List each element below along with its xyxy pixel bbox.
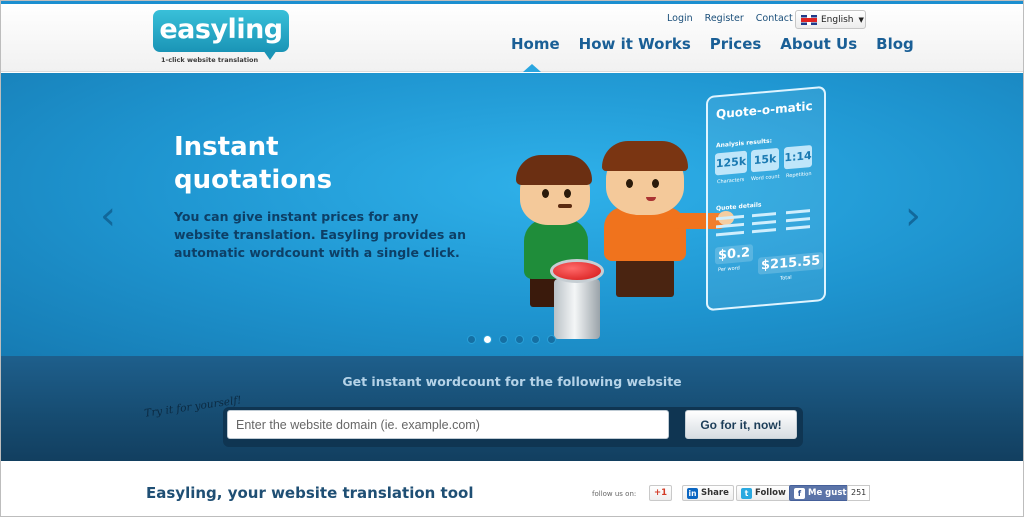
quote-detail-bar [786, 225, 810, 231]
logo-speech-tail [263, 50, 277, 60]
gplus-button[interactable]: +1 [649, 485, 673, 501]
stat-characters-label: Characters [717, 176, 745, 186]
slider-dot[interactable] [531, 335, 540, 344]
stat-characters-value: 125k [715, 150, 747, 176]
total-price: $215.55 [758, 251, 824, 275]
quote-detail-bar [752, 220, 776, 226]
nav-item-prices[interactable]: Prices [710, 35, 762, 53]
hero-title: Instant quotations [174, 131, 474, 197]
footer-title: Easyling, your website translation tool [146, 484, 474, 502]
stat-wordcount-label: Word count [751, 173, 780, 183]
character-2-eye [652, 179, 659, 188]
character-2-hair [602, 141, 688, 171]
character-1-hair [516, 155, 592, 185]
quote-detail-bar [716, 214, 744, 221]
slider-next-arrow-icon[interactable]: › [898, 195, 928, 237]
wordcount-heading: Get instant wordcount for the following … [342, 374, 682, 389]
slider-dot[interactable] [483, 335, 492, 344]
follow-us-label: follow us on: [592, 490, 637, 498]
page: easyling 1-click website translation Log… [0, 0, 1024, 517]
twitter-follow-button[interactable]: t Follow [736, 485, 791, 501]
gplus-label: +1 [654, 488, 668, 498]
slider-dot[interactable] [499, 335, 508, 344]
total-label: Total [780, 274, 792, 282]
character-1-eye [564, 189, 571, 198]
header: easyling 1-click website translation Log… [1, 4, 1023, 72]
hero-slider: ‹ › Instant quotations You can give inst… [1, 73, 1023, 356]
quote-details-label: Quote details [716, 201, 762, 213]
linkedin-share-button[interactable]: in Share [682, 485, 734, 501]
character-2-eye [626, 179, 633, 188]
twitter-icon: t [741, 487, 752, 499]
active-nav-pointer [523, 64, 541, 72]
slider-dot[interactable] [467, 335, 476, 344]
hero-title-line-2: quotations [174, 165, 333, 195]
linkedin-label: Share [701, 488, 729, 498]
website-domain-input[interactable] [227, 410, 669, 439]
language-label: English [821, 14, 854, 25]
per-word-price: $0.2 [715, 244, 754, 265]
character-1-eye [542, 189, 549, 198]
nav-item-blog[interactable]: Blog [876, 35, 914, 53]
go-for-it-button[interactable]: Go for it, now! [685, 410, 797, 439]
twitter-label: Follow [755, 488, 786, 498]
analysis-label: Analysis results: [716, 137, 772, 150]
footer: Easyling, your website translation tool … [1, 461, 1023, 516]
uk-flag-icon [801, 14, 817, 25]
character-1-mustache [558, 204, 572, 208]
quote-detail-bar [786, 217, 810, 223]
language-selector[interactable]: English ▼ [795, 10, 866, 29]
facebook-label: Me gusta [808, 488, 853, 498]
quote-panel-title: Quote-o-matic [716, 98, 813, 122]
nav-item-about-us[interactable]: About Us [780, 35, 857, 53]
quote-detail-bar [752, 228, 776, 234]
quote-detail-bar [786, 209, 810, 215]
stat-wordcount-value: 15k [751, 147, 779, 173]
button-pedestal [554, 279, 600, 339]
quote-detail-bar [752, 212, 776, 218]
chevron-down-icon: ▼ [858, 15, 864, 24]
slider-prev-arrow-icon[interactable]: ‹ [93, 195, 123, 237]
logo-tagline: 1-click website translation [161, 56, 259, 64]
slider-dots [467, 335, 556, 344]
linkedin-icon: in [687, 487, 698, 499]
nav-item-how-it-works[interactable]: How it Works [579, 35, 691, 53]
quote-panel: Quote-o-matic Analysis results: 125k 15k… [706, 85, 826, 312]
logo-text: easyling [153, 10, 289, 52]
character-2-legs [616, 259, 674, 297]
quote-detail-bar [716, 230, 744, 237]
login-link[interactable]: Login [667, 13, 693, 24]
big-red-button [550, 259, 604, 283]
stat-repetition-label: Repetition [786, 171, 812, 180]
logo[interactable]: easyling 1-click website translation [153, 10, 291, 70]
main-nav: Home How it Works Prices About Us Blog [511, 35, 914, 53]
register-link[interactable]: Register [705, 13, 744, 24]
slider-dot[interactable] [547, 335, 556, 344]
per-word-label: Per word [718, 265, 740, 274]
top-links: Login Register Contact Us [667, 13, 808, 24]
quote-detail-bar [716, 222, 744, 229]
hero-title-line-1: Instant [174, 132, 279, 162]
facebook-like-count: 251 [847, 485, 871, 501]
hero-description: You can give instant prices for any webs… [174, 209, 466, 260]
stat-repetition-value: 1:14 [784, 144, 812, 170]
wordcount-band: Get instant wordcount for the following … [1, 356, 1023, 461]
hero-illustration: Quote-o-matic Analysis results: 125k 15k… [506, 85, 836, 346]
nav-item-home[interactable]: Home [511, 35, 560, 53]
slider-dot[interactable] [515, 335, 524, 344]
facebook-icon: f [794, 487, 805, 499]
